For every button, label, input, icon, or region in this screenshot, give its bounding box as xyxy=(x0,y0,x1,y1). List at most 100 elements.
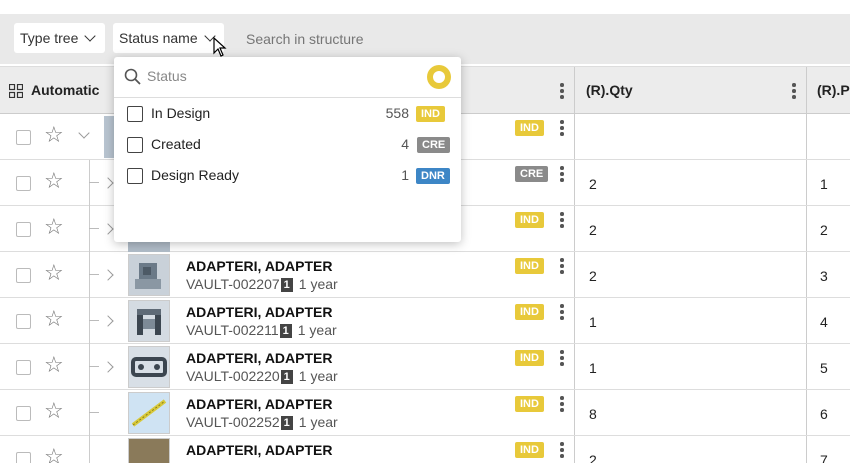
row-checkbox[interactable] xyxy=(16,406,31,421)
star-icon[interactable]: ☆ xyxy=(44,124,64,146)
star-icon[interactable]: ☆ xyxy=(44,446,64,463)
column-divider xyxy=(574,344,575,389)
tree-line xyxy=(89,436,90,463)
pos-cell: 1 xyxy=(820,176,828,192)
status-name-dropdown[interactable]: Status name xyxy=(113,23,224,53)
item-title[interactable]: ADAPTERI, ADAPTER xyxy=(186,304,333,320)
status-badge: IND xyxy=(515,442,544,458)
row-checkbox[interactable] xyxy=(16,176,31,191)
thumbnail xyxy=(128,392,170,434)
item-title[interactable]: ADAPTERI, ADAPTER xyxy=(186,258,333,274)
star-icon[interactable]: ☆ xyxy=(44,216,64,238)
row-menu-icon[interactable] xyxy=(560,442,564,460)
row-checkbox[interactable] xyxy=(16,360,31,375)
column-menu-icon[interactable] xyxy=(560,83,564,101)
item-title[interactable]: ADAPTERI, ADAPTER xyxy=(186,442,333,458)
column-divider xyxy=(574,67,575,113)
qty-cell: 8 xyxy=(589,406,597,422)
chevron-down-icon xyxy=(84,30,97,42)
item-code-text: VAULT-002207 xyxy=(186,276,280,292)
revision-badge: 1 xyxy=(280,278,293,292)
chevron-right-icon[interactable] xyxy=(102,223,114,235)
type-tree-label: Type tree xyxy=(20,30,79,46)
thumbnail xyxy=(128,300,170,342)
table-row[interactable]: ☆ ADAPTERI, ADAPTER VAULT-002207 1 1 year … xyxy=(0,252,850,298)
loading-spinner-icon xyxy=(427,65,451,89)
row-checkbox[interactable] xyxy=(16,222,31,237)
item-code: VAULT-002252 1 1 year xyxy=(186,414,338,431)
column-divider xyxy=(574,206,575,251)
row-menu-icon[interactable] xyxy=(560,166,564,184)
status-search-input[interactable] xyxy=(147,68,397,84)
column-divider xyxy=(806,390,807,435)
item-age: 1 year xyxy=(298,368,338,384)
star-icon[interactable]: ☆ xyxy=(44,170,64,192)
column-divider xyxy=(806,298,807,343)
tree-branch xyxy=(89,320,99,321)
chevron-right-icon[interactable] xyxy=(102,315,114,327)
chevron-right-icon[interactable] xyxy=(102,177,114,189)
pos-cell: 2 xyxy=(820,222,828,238)
row-menu-icon[interactable] xyxy=(560,396,564,414)
status-name-label: Status name xyxy=(119,30,198,46)
tree-branch xyxy=(89,182,99,183)
status-badge: CRE xyxy=(417,137,451,153)
chevron-right-icon[interactable] xyxy=(102,269,114,281)
chevron-down-icon[interactable] xyxy=(78,127,90,139)
pos-column-header[interactable]: (R).Po xyxy=(817,67,850,114)
chevron-right-icon[interactable] xyxy=(102,361,114,373)
tree-line xyxy=(89,252,90,298)
star-icon[interactable]: ☆ xyxy=(44,400,64,422)
table-row[interactable]: ☆ ADAPTERI, ADAPTER IND 2 7 xyxy=(0,436,850,463)
option-checkbox[interactable] xyxy=(127,106,143,122)
qty-cell: 2 xyxy=(589,222,597,238)
row-checkbox[interactable] xyxy=(16,314,31,329)
mouse-cursor-icon xyxy=(213,36,227,62)
table-row[interactable]: ☆ ADAPTERI, ADAPTER VAULT-002252 1 1 year … xyxy=(0,390,850,436)
row-menu-icon[interactable] xyxy=(560,212,564,230)
column-divider xyxy=(574,114,575,159)
column-divider xyxy=(574,252,575,297)
qty-cell: 1 xyxy=(589,314,597,330)
search-structure-input[interactable] xyxy=(246,31,546,47)
status-option-design-ready[interactable]: Design Ready 1 DNR xyxy=(114,161,461,191)
table-row[interactable]: ☆ ADAPTERI, ADAPTER VAULT-002211 1 1 year … xyxy=(0,298,850,344)
status-badge: IND xyxy=(515,212,544,228)
column-divider xyxy=(806,114,807,159)
option-checkbox[interactable] xyxy=(127,137,143,153)
option-label: In Design xyxy=(151,105,211,121)
row-checkbox[interactable] xyxy=(16,130,31,145)
row-menu-icon[interactable] xyxy=(560,304,564,322)
grid-view-icon[interactable] xyxy=(8,83,24,103)
status-option-in-design[interactable]: In Design 558 IND xyxy=(114,99,461,129)
qty-cell: 2 xyxy=(589,176,597,192)
tree-line xyxy=(89,344,90,390)
tree-line xyxy=(89,206,90,252)
automatic-sort-label[interactable]: Automatic xyxy=(31,67,99,114)
option-label: Created xyxy=(151,136,201,152)
row-checkbox[interactable] xyxy=(16,268,31,283)
star-icon[interactable]: ☆ xyxy=(44,354,64,376)
option-checkbox[interactable] xyxy=(127,168,143,184)
row-menu-icon[interactable] xyxy=(560,258,564,276)
revision-badge: 1 xyxy=(279,324,292,338)
row-menu-icon[interactable] xyxy=(560,120,564,138)
thumbnail xyxy=(128,346,170,388)
item-title[interactable]: ADAPTERI, ADAPTER xyxy=(186,350,333,366)
row-checkbox[interactable] xyxy=(16,452,31,463)
status-option-created[interactable]: Created 4 CRE xyxy=(114,130,461,160)
item-title[interactable]: ADAPTERI, ADAPTER xyxy=(186,396,333,412)
column-divider xyxy=(806,344,807,389)
qty-column-header[interactable]: (R).Qty xyxy=(586,67,633,114)
status-badge: IND xyxy=(515,396,544,412)
item-age: 1 year xyxy=(298,414,338,430)
type-tree-dropdown[interactable]: Type tree xyxy=(14,23,105,53)
table-row[interactable]: ☆ ADAPTERI, ADAPTER VAULT-002220 1 1 year … xyxy=(0,344,850,390)
star-icon[interactable]: ☆ xyxy=(44,262,64,284)
tree-branch xyxy=(89,274,99,275)
column-menu-icon[interactable] xyxy=(792,83,796,101)
row-menu-icon[interactable] xyxy=(560,350,564,368)
star-icon[interactable]: ☆ xyxy=(44,308,64,330)
item-age: 1 year xyxy=(297,322,337,338)
column-divider xyxy=(806,67,807,113)
